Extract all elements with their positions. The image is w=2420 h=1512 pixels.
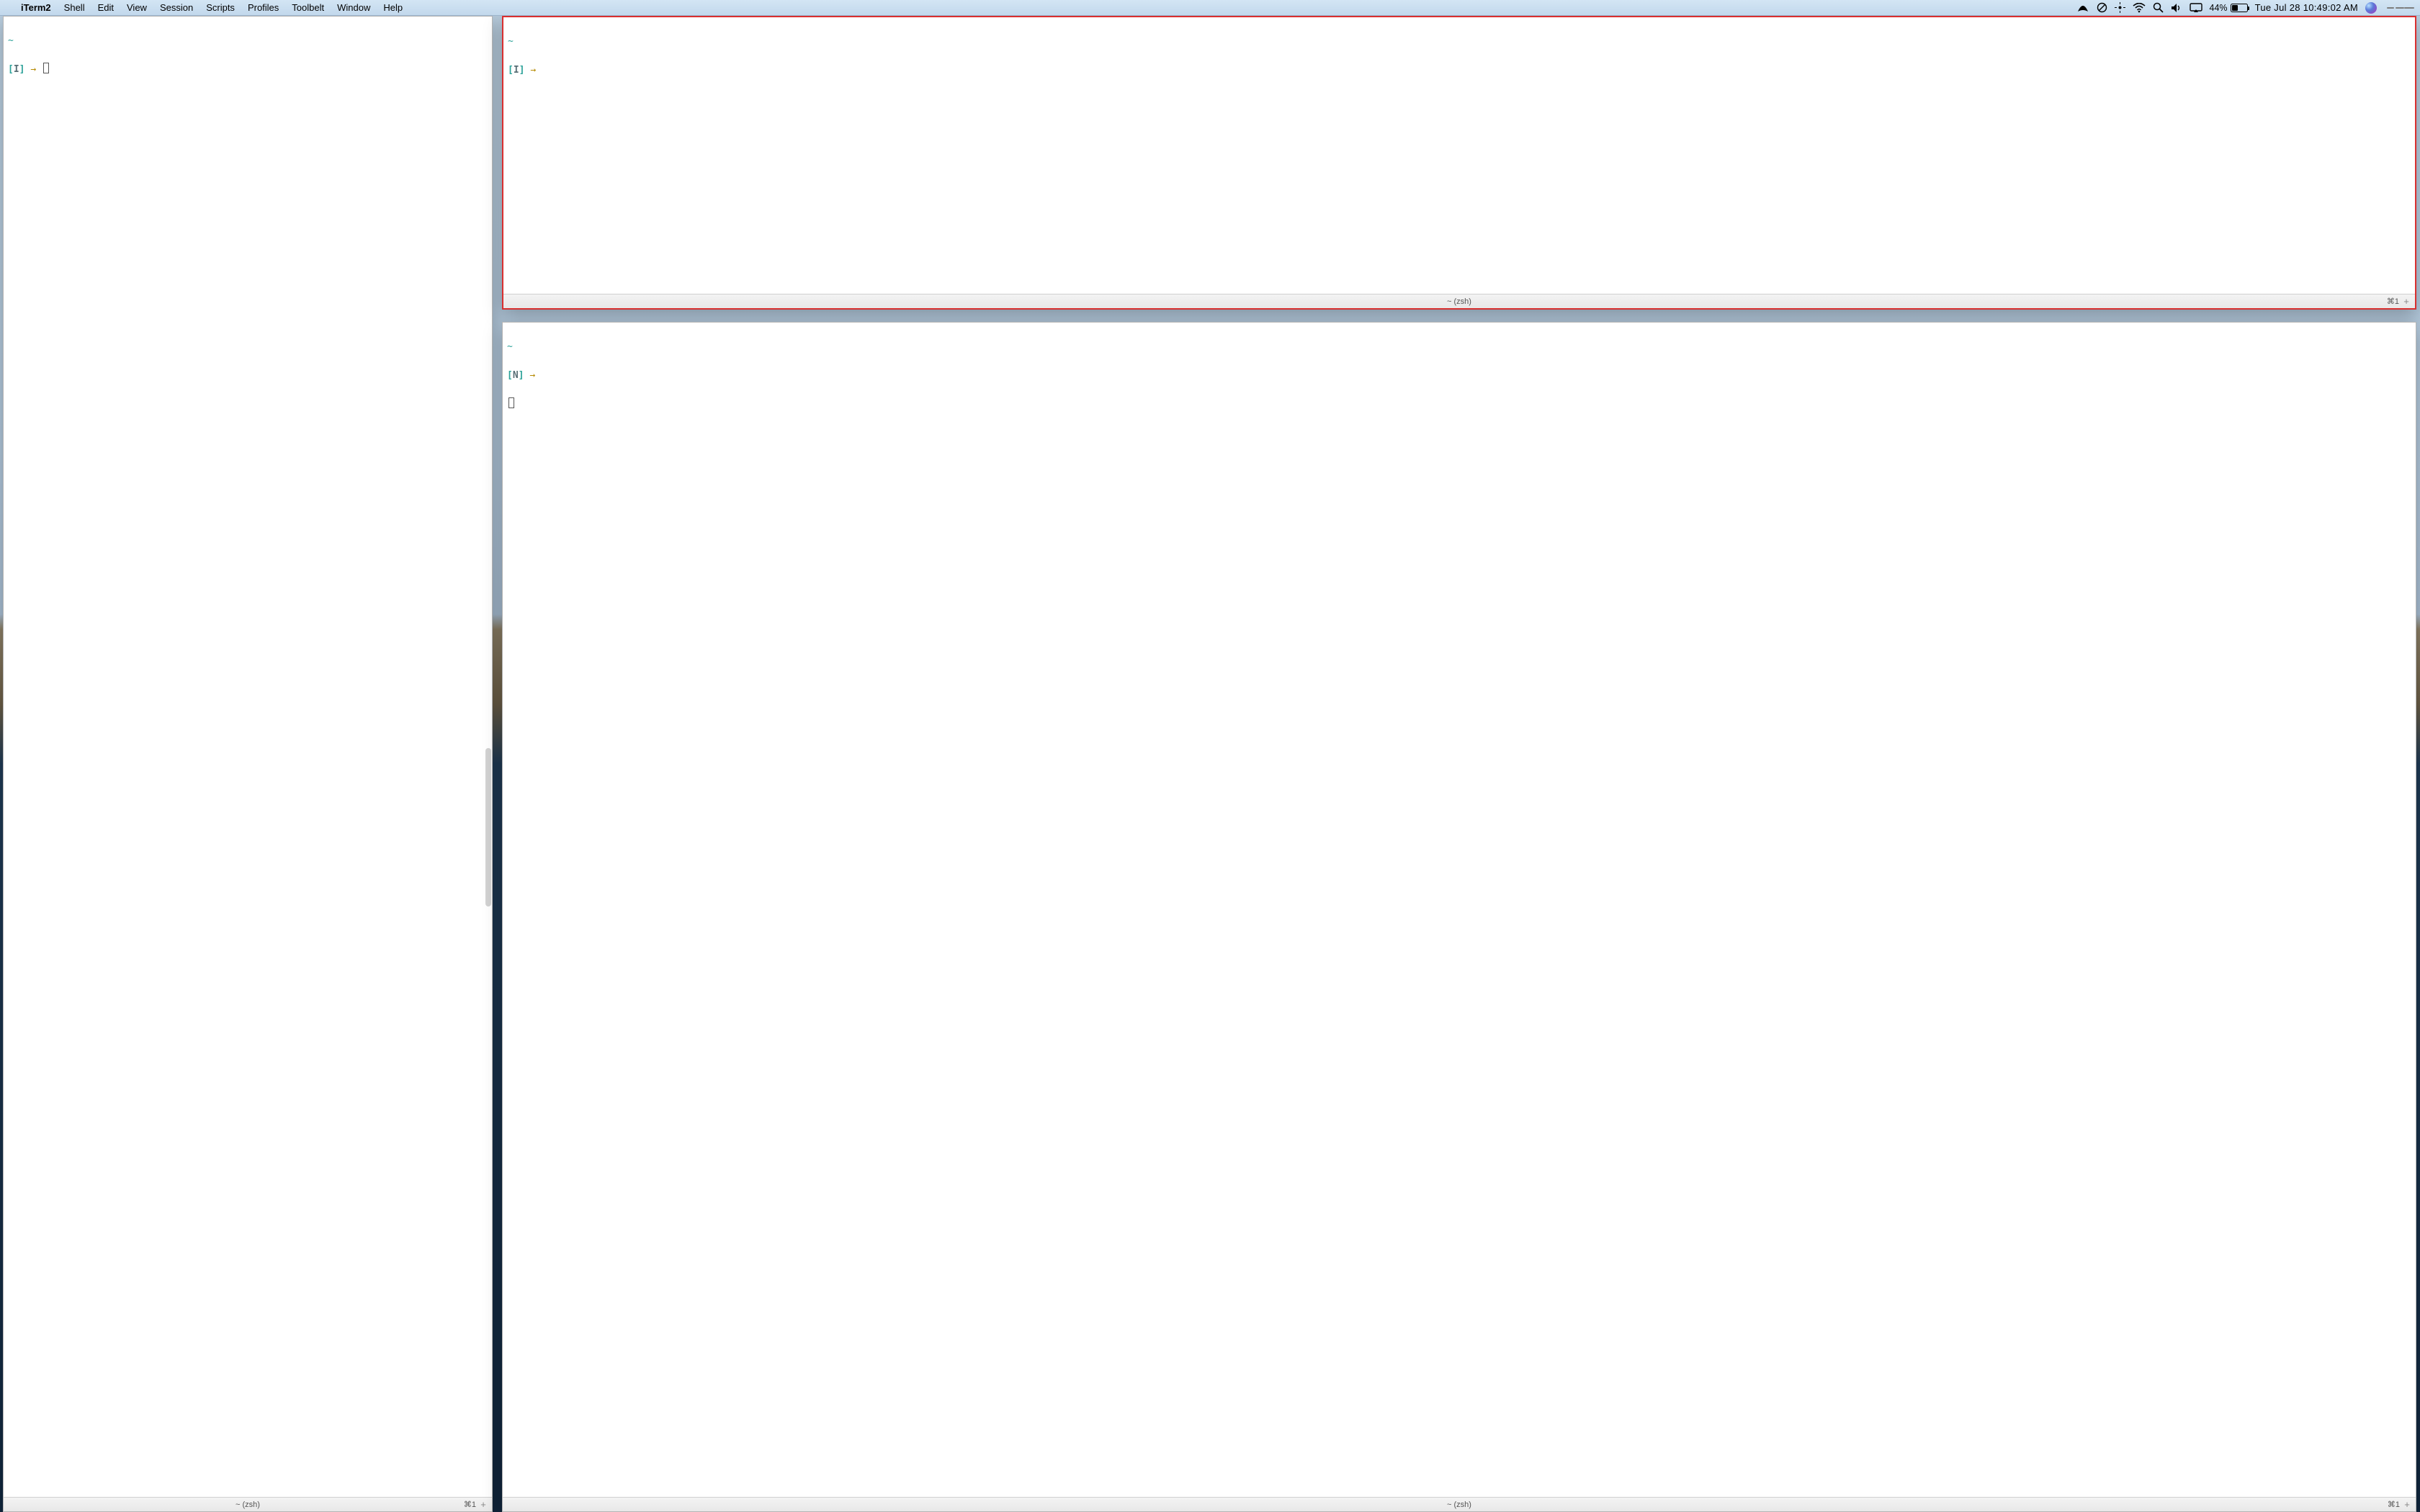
prompt-arrow-icon: → xyxy=(529,370,535,381)
battery-icon xyxy=(2231,4,2248,12)
menu-help[interactable]: Help xyxy=(377,2,409,13)
menubar-left: iTerm2 Shell Edit View Session Scripts P… xyxy=(7,2,409,13)
desktop-background: ~ [I] → ~ (zsh) ⌘1 + ~ [I] → ~ (zsh) ⌘1 … xyxy=(0,16,2420,1512)
menu-edit[interactable]: Edit xyxy=(91,2,120,13)
scrollbar[interactable] xyxy=(485,748,491,906)
do-not-disturb-icon[interactable] xyxy=(2097,2,2107,13)
tab-shortcut-label: ⌘1 xyxy=(464,1500,476,1509)
prompt-arrow-icon: → xyxy=(30,64,36,75)
menu-view[interactable]: View xyxy=(120,2,153,13)
menu-scripts[interactable]: Scripts xyxy=(200,2,241,13)
sync-icon[interactable] xyxy=(2115,2,2125,13)
tab-title[interactable]: ~ (zsh) xyxy=(503,297,2415,306)
app-status-icon[interactable] xyxy=(2076,3,2089,13)
new-tab-button[interactable]: + xyxy=(2401,1498,2413,1510)
new-tab-button[interactable]: + xyxy=(478,1498,489,1510)
tab-shortcut-label: ⌘1 xyxy=(2387,297,2399,306)
terminal-content-right-top[interactable]: ~ [I] → xyxy=(503,17,2415,294)
spotlight-icon[interactable] xyxy=(2153,2,2164,13)
text-cursor xyxy=(43,63,49,73)
vi-mode-indicator: I xyxy=(514,65,519,76)
prompt-arrow-icon: → xyxy=(530,65,536,76)
vi-mode-indicator: N xyxy=(513,370,519,381)
battery-status[interactable]: 44% xyxy=(2210,3,2248,13)
new-tab-button[interactable]: + xyxy=(2401,295,2412,307)
menu-shell[interactable]: Shell xyxy=(58,2,91,13)
terminal-content-right-bottom[interactable]: ~ [N] → xyxy=(503,323,2416,1497)
menu-session[interactable]: Session xyxy=(153,2,200,13)
menu-toolbelt[interactable]: Toolbelt xyxy=(285,2,331,13)
tab-title[interactable]: ~ (zsh) xyxy=(503,1500,2416,1509)
text-cursor xyxy=(508,397,514,408)
menubar-clock[interactable]: Tue Jul 28 10:49:02 AM xyxy=(2255,2,2358,13)
tab-title[interactable]: ~ (zsh) xyxy=(4,1500,492,1509)
cwd-indicator: ~ xyxy=(8,35,14,46)
macos-menubar: iTerm2 Shell Edit View Session Scripts P… xyxy=(0,0,2420,16)
volume-icon[interactable] xyxy=(2171,3,2182,13)
notification-center-icon[interactable] xyxy=(2384,6,2414,10)
menu-window[interactable]: Window xyxy=(331,2,377,13)
app-menu[interactable]: iTerm2 xyxy=(14,2,58,13)
menu-profiles[interactable]: Profiles xyxy=(241,2,285,13)
battery-percent-label: 44% xyxy=(2210,3,2228,13)
terminal-content-left[interactable]: ~ [I] → xyxy=(4,17,492,1497)
tab-bar-right-bottom: ~ (zsh) ⌘1 + xyxy=(503,1497,2416,1511)
terminal-pane-right-top-active[interactable]: ~ [I] → ~ (zsh) ⌘1 + xyxy=(502,16,2416,310)
wifi-icon[interactable] xyxy=(2133,3,2146,13)
terminal-pane-left[interactable]: ~ [I] → ~ (zsh) ⌘1 + xyxy=(3,16,493,1512)
siri-icon[interactable] xyxy=(2365,2,2377,14)
tab-bar-left: ~ (zsh) ⌘1 + xyxy=(4,1497,492,1511)
cwd-indicator: ~ xyxy=(507,341,513,352)
cwd-indicator: ~ xyxy=(508,36,514,47)
airplay-icon[interactable] xyxy=(2190,3,2202,13)
menubar-right: 44% Tue Jul 28 10:49:02 AM xyxy=(2076,2,2414,14)
terminal-pane-right-bottom[interactable]: ~ [N] → ~ (zsh) ⌘1 + xyxy=(502,322,2416,1512)
vi-mode-indicator: I xyxy=(14,64,19,75)
tab-shortcut-label: ⌘1 xyxy=(2388,1500,2400,1509)
tab-bar-right-top: ~ (zsh) ⌘1 + xyxy=(503,294,2415,308)
